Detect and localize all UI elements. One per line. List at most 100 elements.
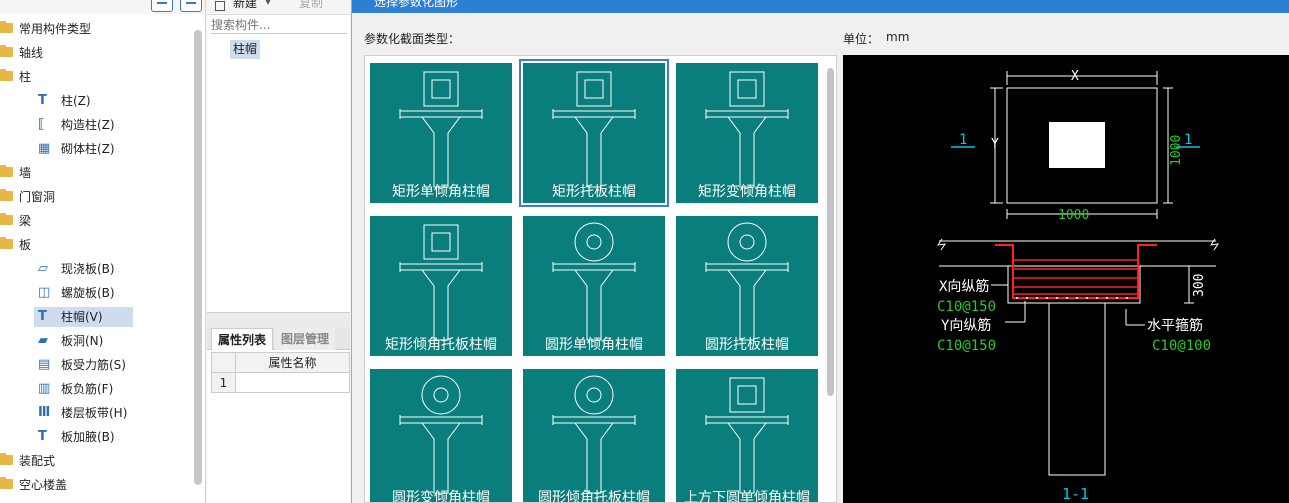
shape-card-label: 上方下圆单倾角柱帽	[684, 490, 810, 503]
folder-icon	[0, 165, 13, 177]
shape-card[interactable]: 圆形倾角托板柱帽	[523, 369, 665, 502]
tree-item[interactable]: ▤ 板受力筋(S)	[0, 353, 200, 377]
detail-view-icon[interactable]	[180, 0, 202, 12]
section-mark-right: 1	[1184, 132, 1192, 148]
shape-card[interactable]: 圆形单倾角柱帽	[523, 216, 665, 356]
tree-item[interactable]: T 柱(Z)	[0, 89, 200, 113]
x-rebar-value: C10@150	[937, 299, 996, 315]
tree-item-label: 板负筋(F)	[61, 382, 114, 396]
tree-toolbar	[0, 0, 205, 14]
tree-folder-label: 梁	[19, 214, 32, 228]
shape-card[interactable]: 矩形托板柱帽	[519, 59, 669, 207]
shape-card[interactable]: 圆形托板柱帽	[676, 216, 818, 356]
tree-folder-label: 常用构件类型	[19, 22, 92, 36]
tree-item[interactable]: ▦ 砌体柱(Z)	[0, 137, 200, 161]
section-type-label: 参数化截面类型：	[364, 32, 461, 46]
tree-item-label: 现浇板(B)	[61, 262, 115, 276]
gallery-scrollbar[interactable]	[827, 68, 834, 396]
tree-folder[interactable]: 门窗洞	[0, 185, 200, 209]
shape-card-label: 矩形倾角托板柱帽	[385, 337, 497, 353]
new-button[interactable]: 新建	[233, 0, 257, 11]
dim-x-label: X	[1071, 69, 1079, 84]
dialog-title: 选择参数化图形	[374, 0, 459, 9]
negative-rebar-icon: ▥	[38, 381, 51, 396]
rebar-drawing	[995, 244, 1157, 299]
folder-icon	[0, 237, 13, 249]
tree-item[interactable]: ▱ 现浇板(B)	[0, 257, 200, 281]
property-name-cell[interactable]	[235, 372, 350, 393]
table-row[interactable]: 1	[211, 372, 350, 393]
tree-folder-label: 门窗洞	[19, 190, 56, 204]
column-cap-shape-icon	[552, 375, 636, 494]
search-component-input[interactable]	[211, 17, 347, 34]
slab-rebar-icon: ▤	[38, 357, 51, 372]
tree-item[interactable]: ▰ 板洞(N)	[0, 329, 200, 353]
component-tree-panel: 常用构件类型 轴线柱 T 柱(Z) ⟦ 构造柱(Z) ▦ 砌体柱(Z) 墙门窗洞梁板 ▱ 现浇板(B…	[0, 0, 206, 503]
tree-folder-label: 轴线	[19, 46, 44, 60]
row-number: 1	[211, 372, 236, 393]
tree-folder[interactable]: 常用构件类型	[0, 17, 200, 41]
tree-folder[interactable]: 轴线	[0, 41, 200, 65]
folder-icon	[0, 213, 13, 225]
tree-folder-label: 柱	[19, 70, 32, 84]
slab-strip-icon: Ⅲ	[38, 405, 51, 420]
property-table: 属性名称 1	[211, 352, 350, 393]
slab-hole-icon: ▰	[38, 333, 48, 348]
tree-folder[interactable]: 装配式	[0, 449, 200, 473]
tree-scrollbar[interactable]	[194, 30, 202, 485]
tree-item[interactable]: ⟦ 构造柱(Z)	[0, 113, 200, 137]
new-icon	[215, 1, 225, 11]
component-toolbar: 新建 ▾ 复制	[207, 0, 350, 15]
hoop-label: 水平箍筋	[1147, 317, 1203, 334]
list-view-icon[interactable]	[151, 0, 173, 12]
tree-folder[interactable]: 墙	[0, 161, 200, 185]
cast-slab-icon: ▱	[38, 261, 48, 276]
tree-item[interactable]: ▥ 板负筋(F)	[0, 377, 200, 401]
shape-gallery: 矩形单倾角柱帽 矩形托板柱帽 矩形变倾角柱帽矩形倾角托板柱帽 圆形单倾角柱帽 圆形托板柱…	[364, 55, 837, 503]
unit-value: mm	[886, 30, 910, 44]
dim-y-label: Y	[991, 137, 999, 152]
tree-item-label: 板洞(N)	[61, 334, 104, 348]
column-cap-shape-icon	[705, 377, 789, 494]
tree-folder[interactable]: 空心楼盖	[0, 473, 200, 497]
shape-card[interactable]: 矩形倾角托板柱帽	[370, 216, 512, 356]
shape-card-label: 圆形变倾角柱帽	[392, 490, 490, 503]
tree-folder-label: 空心楼盖	[19, 478, 68, 492]
tree-item[interactable]: T 板加腋(B)	[0, 425, 200, 449]
property-tabs: 属性列表 图层管理	[207, 328, 350, 350]
tree-item[interactable]: ◫ 螺旋板(B)	[0, 281, 200, 305]
property-name-header: 属性名称	[235, 352, 350, 373]
panel-divider[interactable]	[207, 312, 350, 328]
tree-folder[interactable]: 柱	[0, 65, 200, 89]
shape-card-label: 矩形托板柱帽	[552, 184, 636, 200]
tab-property-list[interactable]: 属性列表	[211, 328, 274, 350]
shape-card[interactable]: 上方下圆单倾角柱帽	[676, 369, 818, 503]
y-rebar-label: Y向纵筋	[941, 317, 991, 334]
x-rebar-label: X向纵筋	[939, 278, 989, 295]
tree-folder-label: 墙	[19, 166, 32, 180]
component-item[interactable]: 柱帽	[230, 40, 261, 59]
column-cap-icon: T	[38, 309, 47, 324]
tab-layer-management[interactable]: 图层管理	[275, 328, 336, 350]
folder-icon	[0, 69, 13, 81]
shape-card[interactable]: 圆形变倾角柱帽	[370, 369, 512, 503]
shape-card-label: 矩形单倾角柱帽	[392, 184, 490, 200]
shape-card[interactable]: 矩形变倾角柱帽	[676, 63, 818, 203]
tree-item-label: 柱(Z)	[61, 94, 91, 108]
tree-list: 常用构件类型 轴线柱 T 柱(Z) ⟦ 构造柱(Z) ▦ 砌体柱(Z) 墙门窗洞梁板 ▱ 现浇板(B…	[0, 17, 200, 497]
shape-card[interactable]: 矩形单倾角柱帽	[370, 63, 512, 203]
hoop-value: C10@100	[1152, 338, 1211, 354]
shape-preview: X Y 1000 1000 1 1 300 X向纵筋 C10@150 Y向纵筋 …	[843, 55, 1289, 503]
tree-folder[interactable]: 板	[0, 233, 200, 257]
copy-button[interactable]: 复制	[299, 0, 323, 11]
dim-width-label: 1000	[1058, 208, 1089, 223]
shape-card-label: 圆形单倾角柱帽	[545, 337, 643, 353]
dropdown-arrow-icon[interactable]: ▾	[265, 0, 271, 8]
tree-item[interactable]: Ⅲ 楼层板带(H)	[0, 401, 200, 425]
component-list-panel: 新建 ▾ 复制 柱帽 属性列表 图层管理 属性名称 1	[207, 0, 350, 503]
tree-item[interactable]: T 柱帽(V)	[0, 305, 200, 329]
tree-folder-label: 板	[19, 238, 32, 252]
shape-card-label: 矩形变倾角柱帽	[698, 184, 796, 200]
dialog-title-bar: 选择参数化图形	[352, 0, 1289, 13]
tree-folder[interactable]: 梁	[0, 209, 200, 233]
